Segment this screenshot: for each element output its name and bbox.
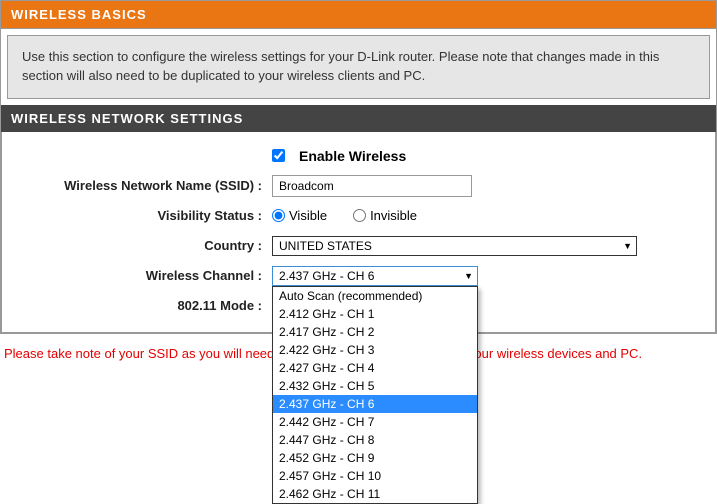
chevron-down-icon: ▼ (623, 238, 632, 254)
channel-option[interactable]: 2.427 GHz - CH 4 (273, 359, 477, 377)
channel-select[interactable]: 2.437 GHz - CH 6 ▼ (272, 266, 478, 286)
channel-option[interactable]: Auto Scan (recommended) (273, 287, 477, 305)
channel-option[interactable]: 2.462 GHz - CH 11 (273, 485, 477, 503)
ssid-input[interactable] (272, 175, 472, 197)
mode-label: 802.11 Mode : (12, 298, 272, 313)
wireless-basics-info: Use this section to configure the wirele… (7, 35, 710, 99)
visibility-label: Visibility Status : (12, 208, 272, 223)
visibility-invisible-text: Invisible (370, 208, 417, 223)
channel-label: Wireless Channel : (12, 268, 272, 283)
wireless-basics-header: WIRELESS BASICS (1, 1, 716, 29)
visibility-visible-radio[interactable] (272, 209, 285, 222)
enable-wireless-label: Enable Wireless (299, 148, 406, 164)
channel-option[interactable]: 2.457 GHz - CH 10 (273, 467, 477, 485)
visibility-invisible-radio[interactable] (353, 209, 366, 222)
channel-option[interactable]: 2.447 GHz - CH 8 (273, 431, 477, 449)
country-select-value: UNITED STATES (279, 239, 372, 253)
channel-option[interactable]: 2.417 GHz - CH 2 (273, 323, 477, 341)
channel-option[interactable]: 2.437 GHz - CH 6 (273, 395, 477, 413)
enable-wireless-checkbox[interactable] (272, 149, 285, 162)
channel-option[interactable]: 2.412 GHz - CH 1 (273, 305, 477, 323)
chevron-down-icon: ▼ (464, 268, 473, 284)
country-select[interactable]: UNITED STATES ▼ (272, 236, 637, 256)
channel-option[interactable]: 2.442 GHz - CH 7 (273, 413, 477, 431)
ssid-label: Wireless Network Name (SSID) : (12, 178, 272, 193)
channel-dropdown-list[interactable]: Auto Scan (recommended)2.412 GHz - CH 12… (272, 286, 478, 504)
country-label: Country : (12, 238, 272, 253)
visibility-visible-text: Visible (289, 208, 327, 223)
channel-option[interactable]: 2.452 GHz - CH 9 (273, 449, 477, 467)
channel-option[interactable]: 2.422 GHz - CH 3 (273, 341, 477, 359)
channel-option[interactable]: 2.432 GHz - CH 5 (273, 377, 477, 395)
settings-form: Enable Wireless Wireless Network Name (S… (1, 132, 716, 333)
wireless-network-settings-header: WIRELESS NETWORK SETTINGS (1, 105, 716, 132)
channel-select-value: 2.437 GHz - CH 6 (279, 269, 374, 283)
